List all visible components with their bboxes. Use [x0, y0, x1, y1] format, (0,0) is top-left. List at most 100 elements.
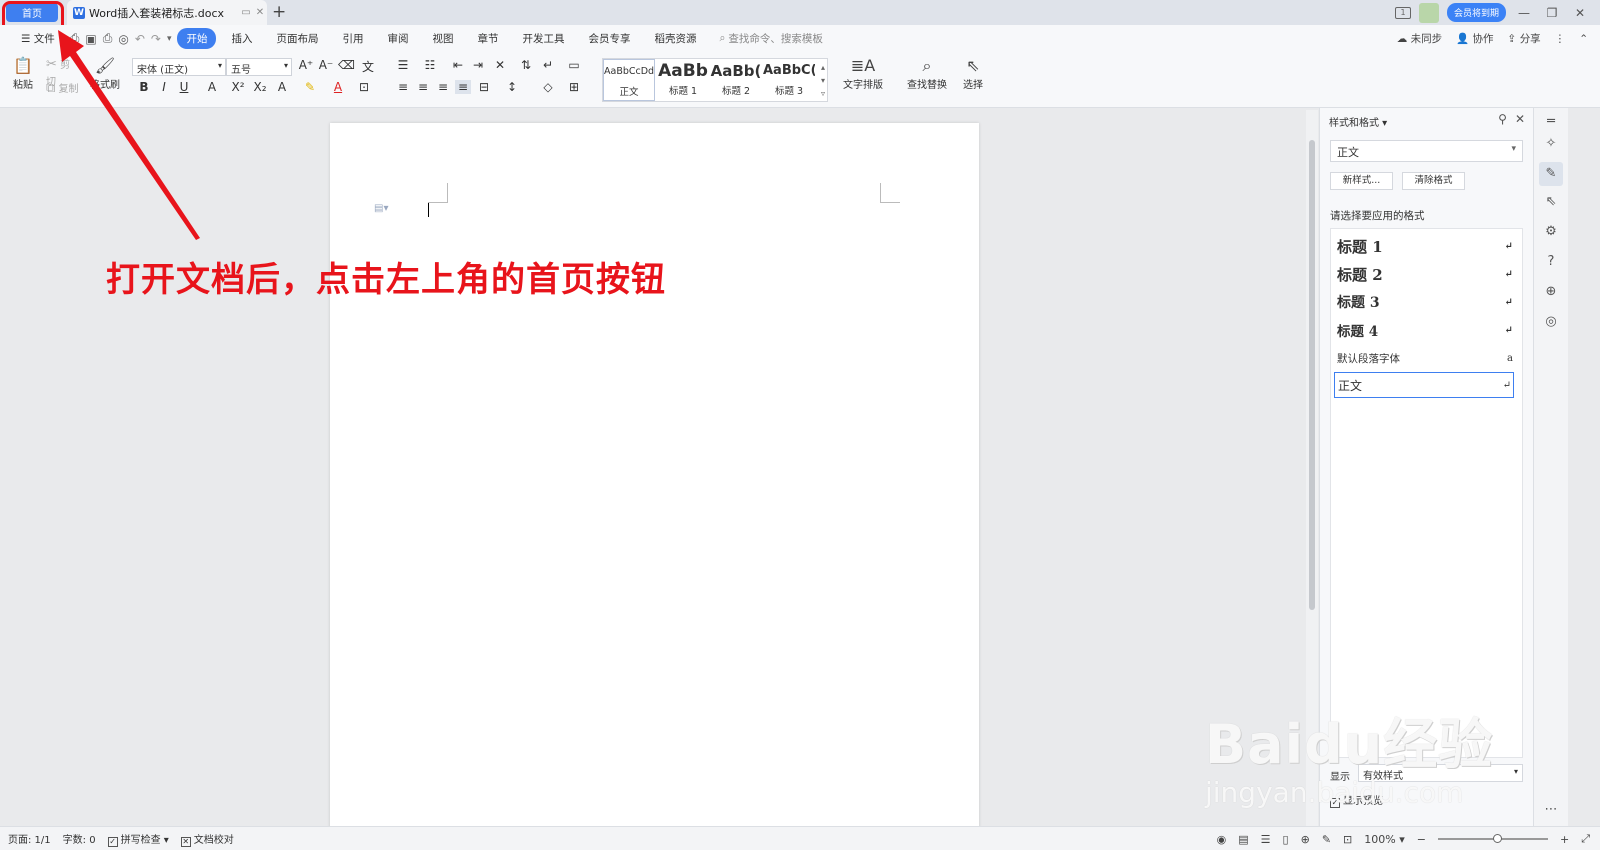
align-center-icon[interactable]: ≡	[415, 80, 431, 94]
quick-access-dropdown-icon[interactable]: ▾	[167, 34, 172, 44]
export-pdf-icon[interactable]: ▣	[85, 32, 96, 46]
text-effect-icon[interactable]: A	[274, 80, 290, 94]
tab-insert[interactable]: 插入	[222, 28, 261, 49]
subscript-icon[interactable]: X₂	[252, 80, 268, 94]
settings-sliders-icon[interactable]: ⚙	[1543, 224, 1559, 240]
collapse-ribbon-icon[interactable]: ⌃	[1579, 33, 1588, 45]
find-replace-button[interactable]: ⌕ 查找替换	[902, 56, 952, 91]
doc-proof-toggle[interactable]: ✕ 文档校对	[180, 831, 234, 847]
minimize-icon[interactable]: —	[1514, 6, 1534, 20]
select-button[interactable]: ⇖ 选择	[958, 56, 988, 91]
new-style-button[interactable]: 新样式...	[1330, 172, 1393, 190]
new-tab-button[interactable]: +	[272, 2, 286, 22]
borders-icon[interactable]: ⊞	[566, 80, 582, 94]
copy-button[interactable]: ⧉ 复制	[46, 80, 86, 97]
word-count[interactable]: 字数: 0	[63, 831, 96, 846]
help-icon[interactable]: ?	[1543, 254, 1559, 270]
clear-format-button[interactable]: 清除格式	[1402, 172, 1465, 190]
style-item-heading-1[interactable]: 标题 1 ↵	[1337, 233, 1515, 259]
share-button[interactable]: ⇪ 分享	[1508, 31, 1541, 46]
decrease-indent-icon[interactable]: ⇤	[450, 58, 466, 72]
tab-pin-icon[interactable]: ▭	[239, 7, 253, 18]
sort-icon[interactable]: ⇅	[518, 58, 534, 72]
style-heading-2[interactable]: AaBb( 标题 2	[710, 59, 762, 101]
file-menu[interactable]: ☰ 文件	[12, 28, 64, 49]
styles-panel-title[interactable]: 样式和格式 ▾	[1329, 114, 1387, 129]
read-view-icon[interactable]: ▯	[1283, 833, 1289, 846]
numbered-list-icon[interactable]: ☷	[422, 58, 438, 72]
select-pointer-icon[interactable]: ⇖	[1543, 194, 1559, 210]
align-right-icon[interactable]: ≡	[435, 80, 451, 94]
align-justify-icon[interactable]: ≡	[455, 80, 471, 94]
highlight-icon[interactable]: ✎	[302, 80, 318, 94]
tab-references[interactable]: 引用	[333, 28, 372, 49]
style-item-default-font[interactable]: 默认段落字体 a	[1337, 345, 1515, 371]
tab-developer[interactable]: 开发工具	[513, 28, 573, 49]
bullet-list-icon[interactable]: ☰	[395, 58, 411, 72]
font-size-select[interactable]: 五号 ▾	[226, 58, 292, 76]
redo-icon[interactable]: ↷	[151, 32, 161, 46]
restore-icon[interactable]: ❐	[1542, 6, 1562, 20]
paragraph-handle-icon[interactable]: ▤▾	[374, 203, 388, 214]
zoom-slider[interactable]	[1437, 834, 1548, 843]
font-color-icon[interactable]: A	[330, 80, 346, 94]
ruler-icon[interactable]: ▭	[566, 58, 582, 72]
sync-status[interactable]: ☁ 未同步	[1397, 31, 1442, 46]
style-item-heading-3[interactable]: 标题 3 ↵	[1337, 289, 1515, 315]
underline-icon[interactable]: U	[176, 80, 192, 94]
grow-font-icon[interactable]: A⁺	[298, 58, 314, 72]
page-view-icon[interactable]: ▤	[1238, 833, 1248, 846]
print-preview-icon[interactable]: ◎	[118, 32, 128, 46]
distributed-align-icon[interactable]: ⊟	[476, 80, 492, 94]
print-icon[interactable]: ⎙	[103, 31, 113, 46]
more-dots-icon[interactable]: ⋯	[1543, 802, 1559, 818]
document-page[interactable]: ▤▾	[330, 123, 979, 833]
increase-indent-icon[interactable]: ⇥	[470, 58, 486, 72]
more-icon[interactable]: ⋮	[1555, 33, 1566, 45]
style-heading-3[interactable]: AaBbC( 标题 3	[763, 59, 815, 101]
bold-icon[interactable]: B	[136, 80, 152, 94]
scrollbar-thumb[interactable]	[1309, 140, 1315, 610]
current-style-select[interactable]: 正文 ▾	[1330, 140, 1523, 162]
tab-review[interactable]: 审阅	[378, 28, 417, 49]
tab-view[interactable]: 视图	[423, 28, 462, 49]
page-indicator[interactable]: 页面: 1/1	[8, 831, 51, 846]
tab-chapter[interactable]: 章节	[468, 28, 507, 49]
style-gallery-scroll[interactable]: ▴ ▾ ▿	[821, 61, 825, 100]
edit-icon[interactable]: ✎	[1539, 162, 1563, 186]
superscript-icon[interactable]: X²	[230, 80, 246, 94]
fit-page-icon[interactable]: ⊡	[1343, 833, 1352, 846]
web-view-icon[interactable]: ⊕	[1301, 833, 1310, 846]
fullscreen-icon[interactable]: ⤢	[1581, 832, 1590, 846]
close-window-icon[interactable]: ✕	[1570, 6, 1590, 20]
document-tab[interactable]: W Word插入套装裙标志.docx ▭ ✕	[67, 0, 267, 25]
tab-docer[interactable]: 稻壳资源	[645, 28, 705, 49]
tab-page-layout[interactable]: 页面布局	[267, 28, 327, 49]
text-layout-button[interactable]: ≣A 文字排版	[838, 56, 888, 91]
outline-view-icon[interactable]: ☰	[1261, 833, 1271, 846]
align-left-icon[interactable]: ≡	[395, 80, 411, 94]
zoom-in-icon[interactable]: +	[1560, 833, 1569, 846]
zoom-level[interactable]: 100% ▾	[1364, 833, 1404, 846]
paste-button[interactable]: 📋 粘贴	[10, 56, 36, 91]
member-badge[interactable]: 会员将到期	[1446, 3, 1506, 22]
char-border-icon[interactable]: ⊡	[356, 80, 372, 94]
location-icon[interactable]: ◎	[1543, 314, 1559, 330]
collaborate-button[interactable]: 👤 协作	[1456, 31, 1493, 46]
font-family-select[interactable]: 宋体 (正文) ▾	[132, 58, 226, 76]
strikethrough-icon[interactable]: A	[204, 80, 220, 94]
zoom-slider-knob[interactable]	[1492, 834, 1502, 843]
layout-switch-icon[interactable]: 1	[1394, 6, 1411, 19]
sidebar-collapse-icon[interactable]: ═	[1543, 114, 1559, 130]
format-painter-button[interactable]: 🖌 格式刷	[88, 56, 122, 91]
tab-home-ribbon[interactable]: 开始	[177, 28, 217, 49]
save-icon[interactable]: ⎙	[70, 31, 80, 46]
shrink-font-icon[interactable]: A⁻	[318, 58, 334, 72]
undo-icon[interactable]: ↶	[135, 32, 145, 46]
panel-close-icon[interactable]: ✕	[1515, 112, 1525, 126]
style-item-heading-2[interactable]: 标题 2 ↵	[1337, 261, 1515, 287]
pin-icon[interactable]: ⚲	[1498, 112, 1507, 126]
line-spacing-icon[interactable]: ↕	[504, 80, 520, 94]
style-icon[interactable]: ✧	[1543, 136, 1559, 152]
eye-protection-icon[interactable]: ◉	[1217, 833, 1227, 846]
